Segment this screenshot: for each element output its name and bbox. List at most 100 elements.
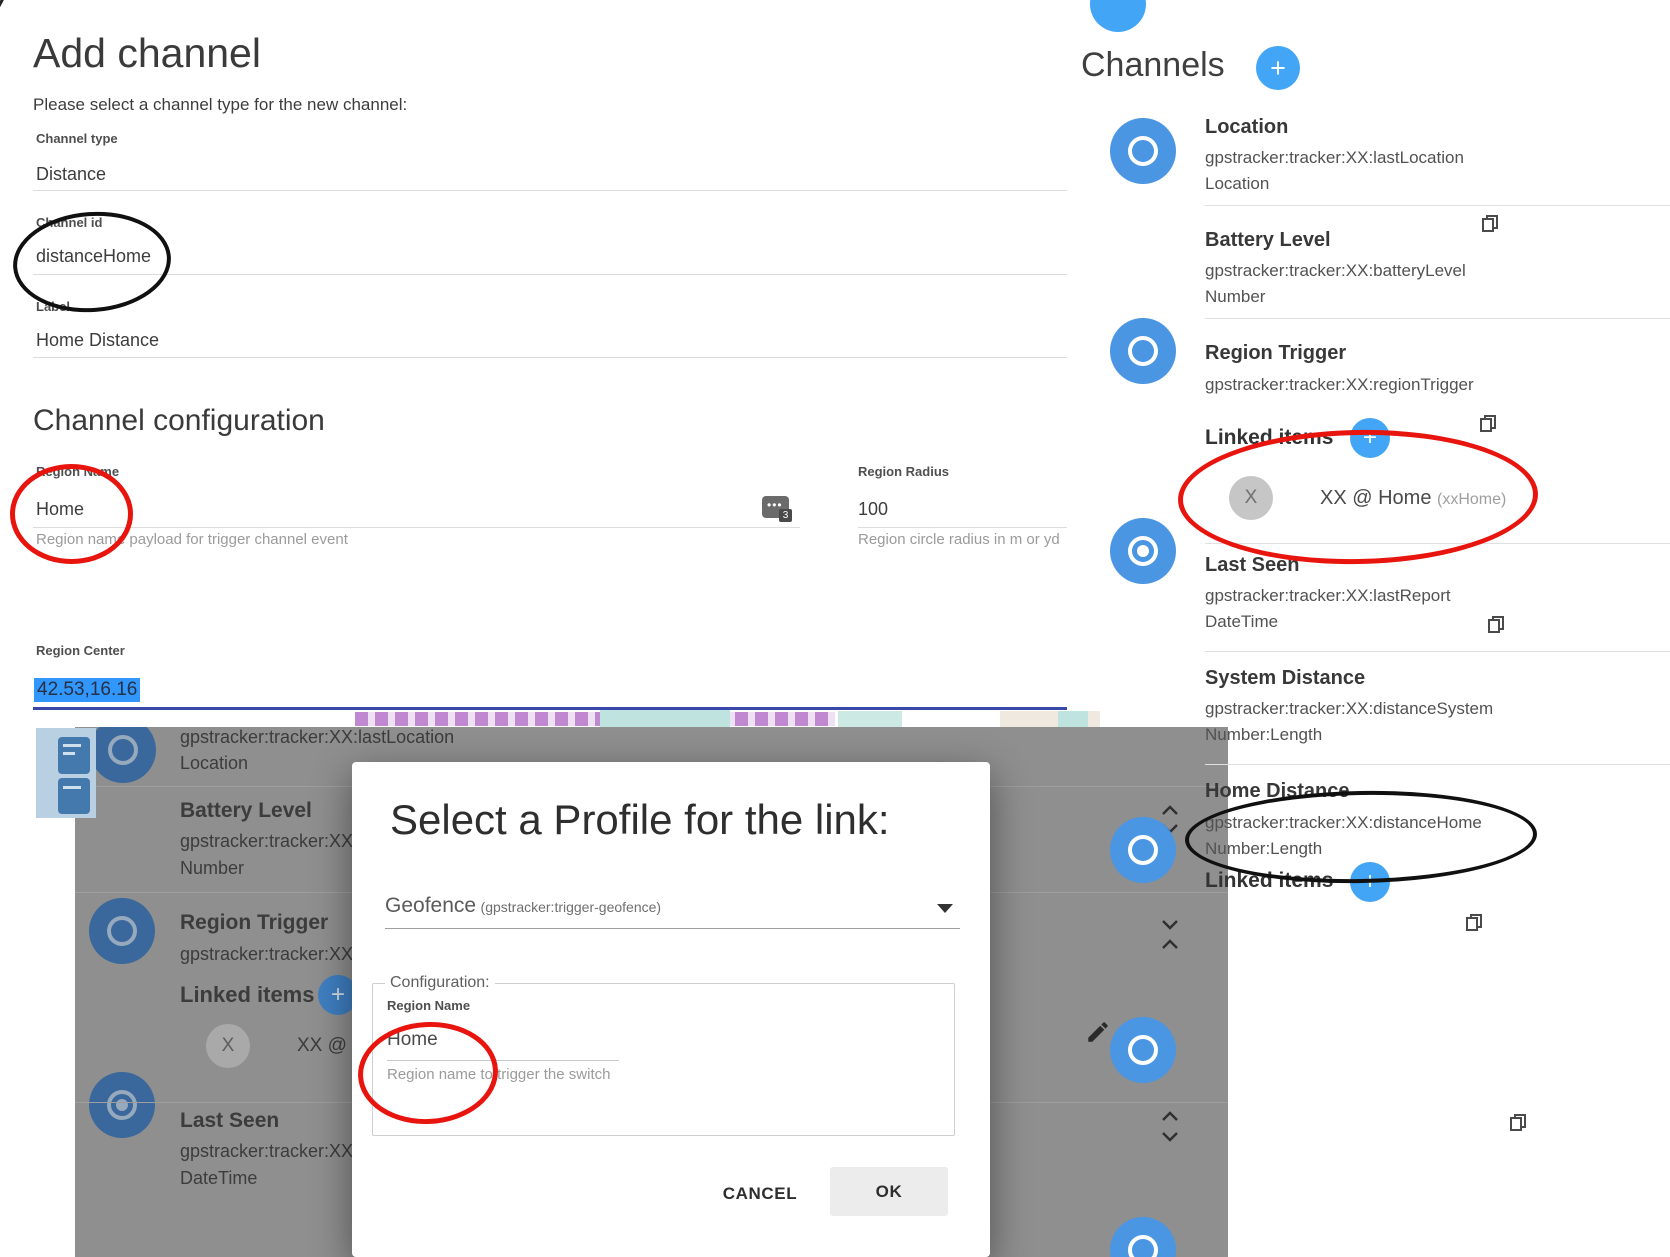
partial-bubble	[1090, 0, 1146, 32]
unfold-more-icon[interactable]	[1160, 1131, 1180, 1142]
linked-item-name: XX @ Home	[1320, 487, 1431, 509]
divider	[33, 527, 800, 528]
cancel-button[interactable]: CANCEL	[700, 1174, 820, 1214]
copy-icon[interactable]	[1480, 415, 1494, 431]
thumbnail-block	[58, 737, 90, 774]
copy-icon[interactable]	[1510, 1114, 1524, 1130]
unfold-less-icon[interactable]	[1160, 939, 1180, 950]
channel-uid: gpstracker:tracker:XX:lastLocation	[180, 727, 454, 748]
map-strip	[355, 712, 835, 726]
input-tools-icon[interactable]: ••• 3	[762, 496, 789, 518]
region-name-label: Region Name	[36, 464, 119, 479]
profile-select-value: Geofence	[385, 894, 476, 917]
add-link-button[interactable]: +	[1350, 418, 1390, 458]
channel-uid: gpstracker:tracker:XX:batteryLevel	[1205, 261, 1466, 281]
copy-icon[interactable]	[1488, 616, 1502, 632]
input-underline	[387, 1060, 619, 1061]
linked-item-avatar: X	[206, 1024, 250, 1068]
region-center-input[interactable]: 42.53,16.16	[34, 678, 140, 702]
unfold-more-icon[interactable]	[1160, 805, 1180, 816]
profile-dialog: Select a Profile for the link: Geofence …	[352, 762, 990, 1257]
dialog-title: Select a Profile for the link:	[390, 796, 890, 844]
channel-title: Region Trigger	[180, 911, 328, 935]
channel-type: DateTime	[1205, 612, 1278, 632]
channel-type: Location	[180, 753, 248, 774]
dialog-region-name-help: Region name to trigger the switch	[387, 1066, 954, 1083]
channel-type-select[interactable]: Distance	[36, 164, 106, 185]
channel-title: Battery Level	[1205, 229, 1331, 252]
corner-mark	[0, 0, 5, 14]
configuration-legend: Configuration:	[385, 974, 495, 992]
add-link-button[interactable]: +	[1350, 862, 1390, 902]
map-strip	[600, 710, 730, 727]
input-tools-badge: 3	[779, 509, 792, 522]
profile-select[interactable]: Geofence (gpstracker:trigger-geofence)	[385, 894, 975, 930]
profile-select-id: (gpstracker:trigger-geofence)	[481, 899, 662, 915]
region-trigger-channel-icon	[89, 1072, 155, 1138]
add-channel-button[interactable]: +	[1256, 46, 1300, 90]
region-name-input[interactable]: Home	[36, 499, 84, 520]
thumbnail-dash	[63, 786, 81, 789]
location-channel-icon	[90, 727, 156, 783]
unfold-less-icon[interactable]	[1160, 919, 1180, 930]
page: Add channel Please select a channel type…	[0, 0, 1670, 1257]
channel-config-title: Channel configuration	[33, 404, 325, 438]
divider	[1205, 543, 1670, 544]
label-label: Label	[36, 299, 70, 314]
linked-items-label: Linked items	[1205, 426, 1333, 450]
thumbnail-block	[58, 778, 90, 814]
select-underline	[385, 928, 960, 929]
map-thumbnail	[36, 728, 96, 818]
channel-type: Number	[180, 858, 244, 879]
battery-channel-icon	[1110, 318, 1176, 384]
linked-items-label: Linked items	[180, 982, 314, 1008]
channel-title: Last Seen	[180, 1109, 279, 1133]
delete-icon[interactable]	[1133, 1019, 1159, 1045]
channel-uid: gpstracker:tracker:XX:lastReport	[1205, 586, 1451, 606]
ok-button[interactable]: OK	[830, 1167, 948, 1216]
dropdown-caret-icon	[937, 904, 953, 913]
channel-title: Region Trigger	[1205, 342, 1346, 365]
region-trigger-channel-icon	[1110, 518, 1176, 584]
region-name-help: Region name payload for trigger channel …	[36, 531, 348, 548]
copy-icon[interactable]	[1482, 215, 1496, 231]
unfold-more-icon[interactable]	[1160, 1111, 1180, 1122]
unfold-more-icon[interactable]	[1160, 823, 1180, 834]
region-radius-label: Region Radius	[858, 464, 949, 479]
map-strip	[1058, 711, 1088, 727]
dialog-region-name-label: Region Name	[387, 998, 954, 1013]
thumbnail-dash	[63, 744, 81, 747]
form-subtitle: Please select a channel type for the new…	[33, 95, 407, 115]
channels-title: Channels	[1081, 46, 1225, 85]
linked-item-avatar: X	[1229, 476, 1273, 520]
region-center-focus-underline	[33, 707, 1067, 710]
region-radius-input[interactable]: 100	[858, 499, 888, 520]
label-input[interactable]: Home Distance	[36, 330, 159, 351]
divider	[33, 274, 1067, 275]
channel-uid: gpstracker:tracker:XX:distanceSystem	[1205, 699, 1493, 719]
channel-title: Battery Level	[180, 799, 312, 823]
channel-uid: gpstracker:tracker:XX:regionTrigger	[1205, 375, 1474, 395]
divider	[1205, 205, 1670, 206]
channel-id-input[interactable]: distanceHome	[36, 246, 151, 267]
divider	[33, 357, 1067, 358]
channel-title: System Distance	[1205, 667, 1365, 690]
page-title: Add channel	[33, 30, 261, 77]
dialog-region-name-input[interactable]: Home	[387, 1029, 954, 1051]
copy-icon[interactable]	[1466, 914, 1480, 930]
configuration-fieldset: Configuration: Region Name Home Region n…	[372, 974, 955, 1136]
location-channel-icon	[1110, 118, 1176, 184]
divider	[858, 527, 1067, 528]
channel-title: Last Seen	[1205, 554, 1299, 577]
edit-icon[interactable]	[1085, 1019, 1111, 1045]
channel-uid: gpstracker:tracker:XX:lastLocation	[1205, 148, 1464, 168]
divider	[1205, 764, 1670, 765]
linked-item-id: (xxHome)	[1437, 491, 1506, 508]
channel-type: DateTime	[180, 1168, 257, 1189]
divider	[1205, 318, 1670, 319]
region-center-label: Region Center	[36, 643, 125, 658]
channel-uid: gpstracker:tracker:XX:distanceHome	[1205, 813, 1482, 833]
channel-title: Location	[1205, 116, 1288, 139]
region-radius-help: Region circle radius in m or yd	[858, 531, 1060, 548]
linked-item-label[interactable]: XX @ Home (xxHome)	[1320, 487, 1506, 510]
